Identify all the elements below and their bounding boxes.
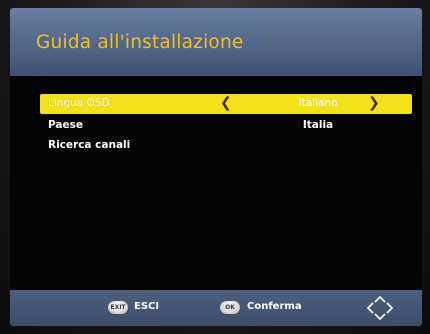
ok-key-icon: OK [220, 301, 240, 314]
menu-item-lingua-osd[interactable]: Lingua OSD ❮ Italiano ❯ [40, 94, 412, 114]
page-title: Guida all'installazione [36, 32, 244, 53]
exit-key-icon: EXIT [108, 301, 128, 314]
chevron-right-icon[interactable]: ❯ [368, 95, 380, 111]
dpad-arrows-icon [366, 295, 394, 321]
menu-item-ricerca-canali[interactable]: Ricerca canali [40, 136, 412, 156]
menu-item-value: Italiano [298, 97, 338, 109]
footer-bar: EXIT ESCI OK Conferma [10, 290, 422, 326]
menu-item-paese[interactable]: Paese Italia [40, 116, 412, 136]
header-bar: Guida all'installazione [10, 8, 422, 76]
confirm-hint-label: Conferma [247, 301, 302, 312]
tv-screen: Guida all'installazione Lingua OSD ❮ Ita… [10, 8, 422, 326]
chevron-left-icon[interactable]: ❮ [220, 95, 232, 111]
menu-item-value: Italia [302, 119, 334, 131]
menu-item-label: Lingua OSD [48, 97, 110, 109]
menu-panel: Lingua OSD ❮ Italiano ❯ Paese Italia Ric… [10, 76, 422, 290]
tv-bezel: Guida all'installazione Lingua OSD ❮ Ita… [0, 0, 430, 334]
menu-item-label: Ricerca canali [48, 139, 131, 151]
menu-item-label: Paese [48, 119, 83, 131]
exit-hint-label: ESCI [134, 301, 160, 312]
